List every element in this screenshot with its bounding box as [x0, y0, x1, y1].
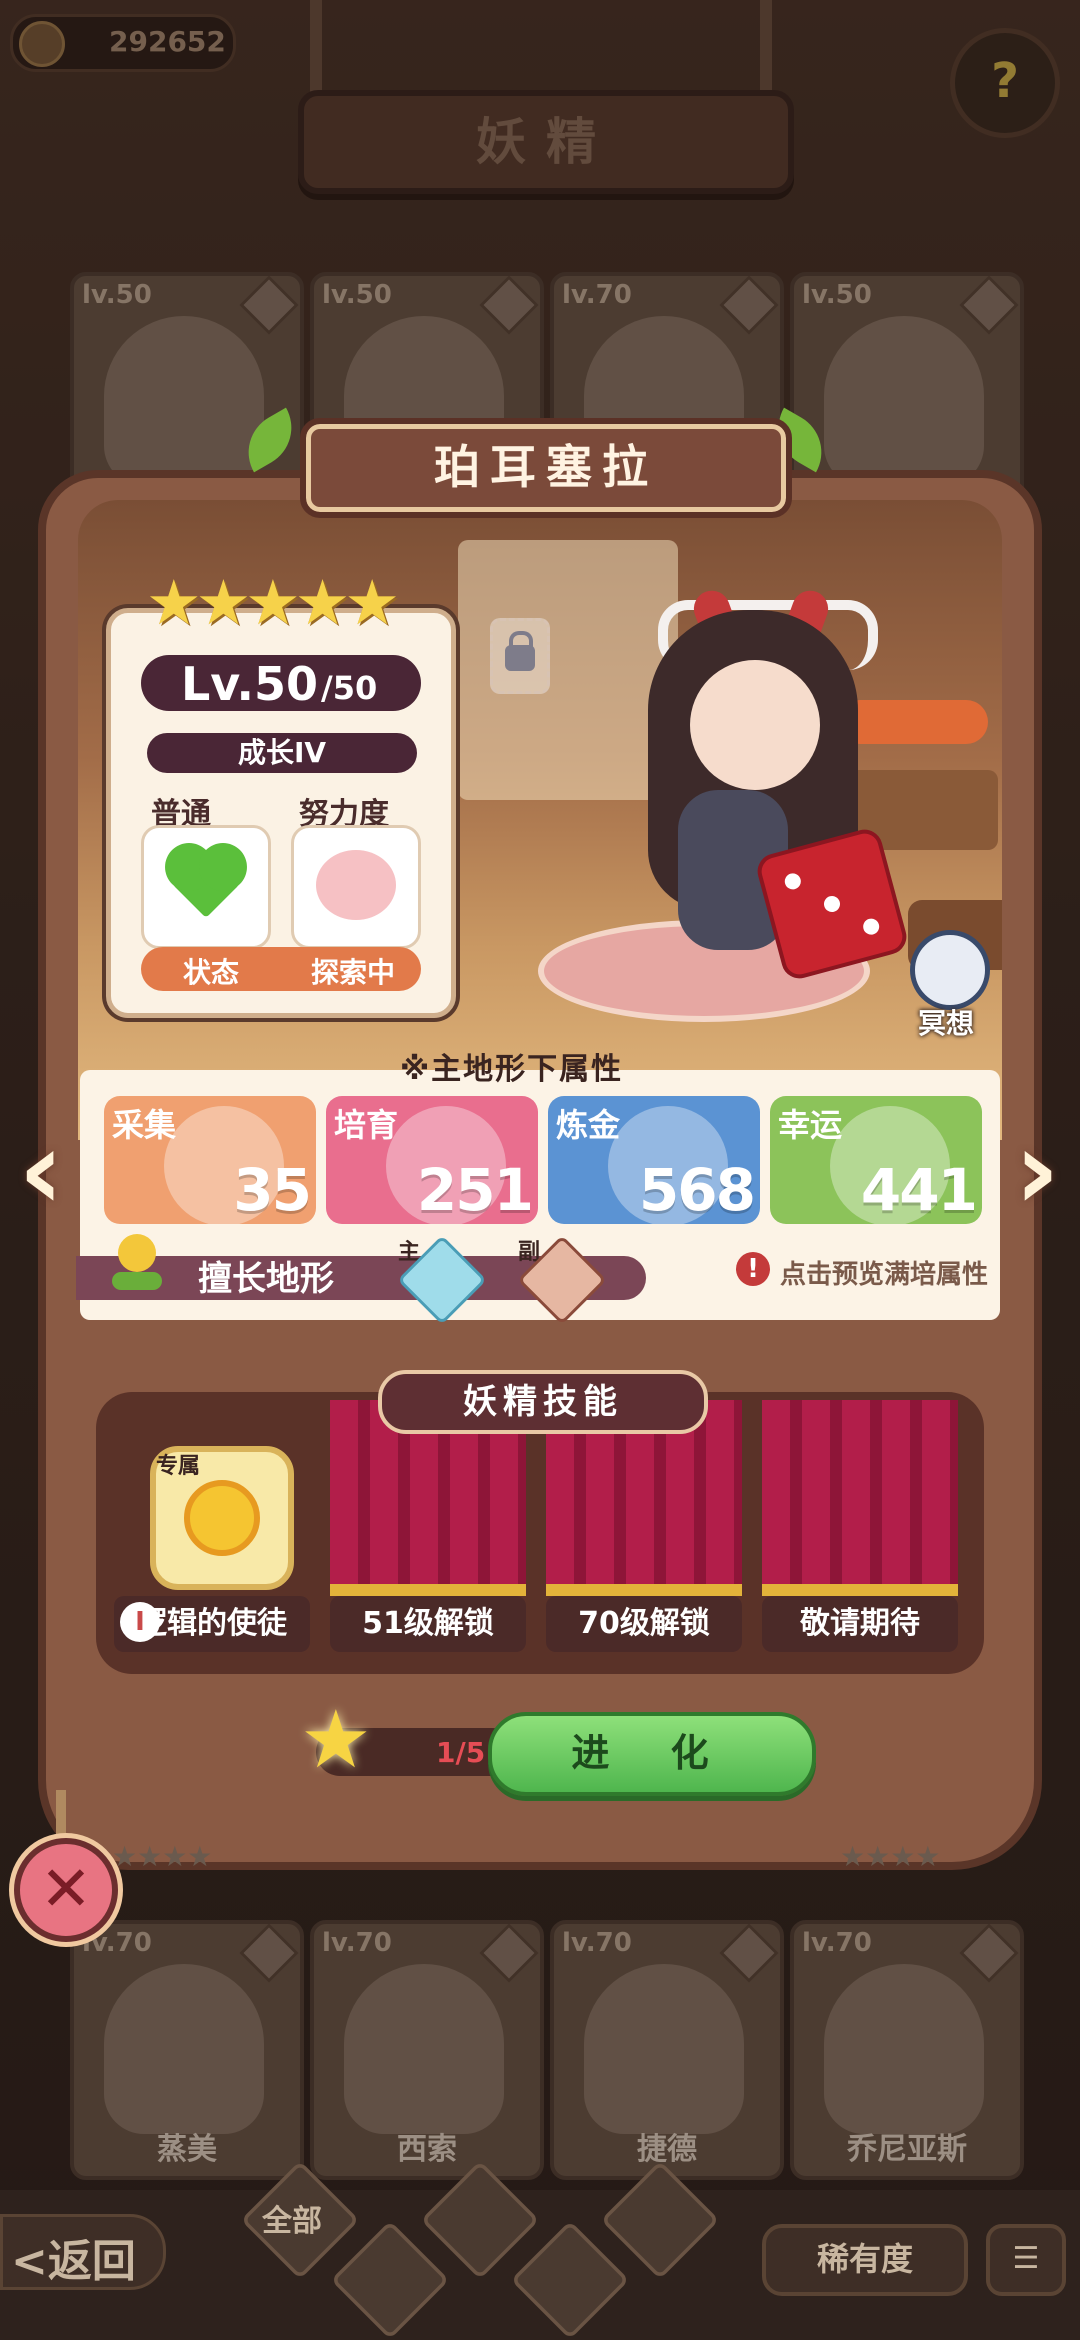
attribute-alchemy: 炼金 568: [548, 1096, 760, 1224]
meditate-label: 冥想: [917, 1007, 974, 1040]
level-box: Lv.50 /50: [141, 655, 421, 711]
warning-icon: !: [736, 1252, 770, 1286]
attribute-value: 568: [638, 1156, 756, 1224]
back-label: <返回: [11, 2236, 136, 2287]
attribute-luck: 幸运 441: [770, 1096, 982, 1224]
curtain: [762, 1400, 958, 1596]
fairy-character[interactable]: [618, 585, 918, 990]
next-fairy-arrow[interactable]: ›: [1002, 1110, 1072, 1230]
preview-full-stats-link[interactable]: 点击预览满培属性: [780, 1254, 988, 1291]
exclusive-tag: 专属: [156, 1454, 201, 1479]
prev-fairy-arrow[interactable]: ‹: [6, 1110, 76, 1230]
effort-box[interactable]: [291, 825, 421, 949]
skill-slot-locked[interactable]: 敬请期待: [762, 1400, 958, 1652]
filter-all-label: 全部: [262, 2204, 322, 2239]
level-max: /50: [321, 669, 378, 707]
skill-label: 51级解锁: [330, 1596, 526, 1652]
attribute-title: ※主地形下属性: [400, 1052, 624, 1087]
back-button[interactable]: <返回: [0, 2214, 166, 2290]
skills-title: 妖精技能: [463, 1382, 623, 1422]
evolve-star-icon: ★: [300, 1693, 372, 1786]
evolve-button[interactable]: 进 化: [488, 1712, 816, 1796]
evolve-label: 进 化: [571, 1731, 733, 1775]
evolve-progress-text: 1/5: [436, 1736, 486, 1769]
mood-box[interactable]: [141, 825, 271, 949]
rarity-sort-button[interactable]: 稀有度: [762, 2224, 968, 2296]
status-label: 状态: [183, 956, 240, 989]
effort-face-icon: [316, 850, 396, 920]
status-bar: 状态 探索中: [141, 947, 421, 991]
attribute-label: 培育: [334, 1106, 399, 1144]
attribute-value: 441: [860, 1156, 978, 1224]
sprout-icon: [110, 1234, 164, 1294]
close-button[interactable]: ✕: [14, 1838, 118, 1942]
lock-icon[interactable]: [490, 618, 550, 694]
fairy-stats-card: Lv.50 /50 成长IV 普通 努力度 状态 探索中: [106, 608, 456, 1018]
fairy-name-plate: 珀耳塞拉: [300, 418, 792, 518]
attribute-label: 幸运: [778, 1106, 843, 1144]
face: [690, 660, 820, 790]
skills-title-plate: 妖精技能: [378, 1370, 708, 1434]
meditate-button[interactable]: 冥想: [906, 930, 990, 1040]
attribute-value: 35: [233, 1156, 312, 1224]
attribute-label: 采集: [112, 1106, 177, 1144]
rarity-stars: ★★★★★: [146, 566, 400, 639]
attribute-nurture: 培育 251: [326, 1096, 538, 1224]
skill-label: 70级解锁: [546, 1596, 742, 1652]
close-icon: ✕: [40, 1852, 92, 1925]
info-icon[interactable]: I: [120, 1602, 160, 1642]
fairy-name: 珀耳塞拉: [434, 440, 658, 494]
skill-slot-locked[interactable]: 70级解锁: [546, 1400, 742, 1652]
terrain-label: 擅长地形: [198, 1259, 334, 1299]
attribute-label: 炼金: [556, 1106, 621, 1144]
status-value: 探索中: [311, 956, 396, 989]
card-stars: ★★★★: [840, 1840, 941, 1873]
skill-label: 敬请期待: [762, 1596, 958, 1652]
skill-slot-locked[interactable]: 51级解锁: [330, 1400, 526, 1652]
meditate-icon: [910, 930, 990, 1010]
pin: [56, 1790, 66, 1840]
card-stars: ★★★★: [112, 1840, 213, 1873]
attribute-gather: 采集 35: [104, 1096, 316, 1224]
growth-badge: 成长IV: [147, 733, 417, 773]
heart-icon: [172, 850, 240, 918]
level-value: Lv.50: [181, 657, 319, 711]
attribute-value: 251: [416, 1156, 534, 1224]
sort-order-icon[interactable]: ☰: [986, 2224, 1066, 2296]
